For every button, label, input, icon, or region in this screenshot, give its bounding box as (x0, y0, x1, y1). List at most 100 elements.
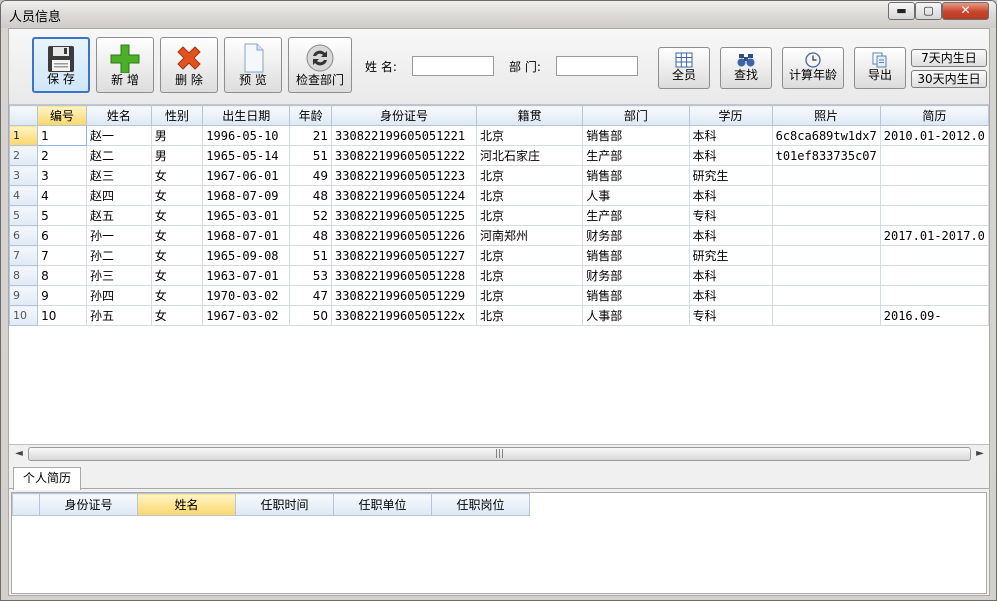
cell-resume[interactable] (879, 165, 989, 186)
cell-age[interactable]: 49 (289, 165, 333, 186)
cell-id[interactable]: 5 (37, 205, 87, 226)
cell-age[interactable]: 50 (289, 305, 333, 326)
find-button[interactable]: 查找 (720, 47, 772, 89)
resume-header-id-number[interactable]: 身份证号 (39, 493, 138, 516)
cell-id[interactable]: 2 (37, 145, 87, 166)
cell-department[interactable]: 销售部 (582, 245, 690, 266)
cell-photo[interactable]: 6c8ca689tw1dx7 (771, 125, 881, 146)
preview-button[interactable]: 预 览 (224, 37, 282, 93)
table-row[interactable]: 5 5 赵五女 1965-03-01 52 330822199605051225 北京 生产部… (9, 205, 989, 226)
cell-gender[interactable]: 女 (150, 185, 204, 206)
column-header-hometown[interactable]: 籍贯 (476, 105, 584, 126)
row-header[interactable]: 7 (9, 245, 39, 266)
cell-name[interactable]: 孙三 (85, 265, 152, 286)
cell-age[interactable]: 51 (289, 245, 333, 266)
cell-education[interactable]: 本科 (688, 145, 773, 166)
all-button[interactable]: 全员 (658, 47, 710, 89)
birthday-7-days-button[interactable]: 7天内生日 (911, 49, 987, 67)
column-header-education[interactable]: 学历 (688, 105, 773, 126)
cell-education[interactable]: 本科 (688, 185, 773, 206)
cell-name[interactable]: 孙五 (85, 305, 152, 326)
maximize-button[interactable]: ▢ (915, 2, 942, 20)
cell-department[interactable]: 财务部 (582, 225, 690, 246)
delete-button[interactable]: 删 除 (160, 37, 218, 93)
table-row[interactable]: 1 1 赵一男 1996-05-10 21 330822199605051221 北京 销售部… (9, 125, 989, 146)
cell-resume[interactable]: 2016.09- (879, 305, 989, 326)
table-row[interactable]: 8 8 孙三女 1963-07-01 53 330822199605051228 北京 财务部… (9, 265, 989, 286)
row-header[interactable]: 5 (9, 205, 39, 226)
cell-gender[interactable]: 男 (150, 145, 204, 166)
cell-hometown[interactable]: 北京 (476, 305, 584, 326)
cell-resume[interactable] (879, 245, 989, 266)
cell-photo[interactable] (771, 245, 881, 266)
cell-photo[interactable] (771, 165, 881, 186)
column-header-id-number[interactable]: 身份证号 (331, 105, 478, 126)
cell-id[interactable]: 7 (37, 245, 87, 266)
cell-photo[interactable] (771, 285, 881, 306)
cell-resume[interactable]: 2017.01-2017.0 (879, 225, 989, 246)
row-header[interactable]: 3 (9, 165, 39, 186)
cell-age[interactable]: 52 (289, 205, 333, 226)
cell-resume[interactable] (879, 145, 989, 166)
cell-education[interactable]: 本科 (688, 265, 773, 286)
cell-gender[interactable]: 女 (150, 245, 204, 266)
column-header-name[interactable]: 姓名 (85, 105, 152, 126)
row-header[interactable]: 1 (9, 125, 39, 146)
cell-birthdate[interactable]: 1963-07-01 (202, 265, 291, 286)
cell-id-number[interactable]: 330822199605051224 (331, 185, 478, 206)
add-button[interactable]: 新 增 (96, 37, 154, 93)
cell-gender[interactable]: 女 (150, 205, 204, 226)
cell-birthdate[interactable]: 1968-07-01 (202, 225, 291, 246)
cell-hometown[interactable]: 北京 (476, 165, 584, 186)
person-grid[interactable]: 编号 姓名 性别 出生日期 年龄 身份证号 籍贯 部门 学历 照片 简历 11赵… (9, 105, 989, 445)
cell-department[interactable]: 生产部 (582, 145, 690, 166)
dept-input[interactable] (556, 56, 638, 76)
cell-name[interactable]: 孙四 (85, 285, 152, 306)
cell-education[interactable]: 本科 (688, 225, 773, 246)
cell-photo[interactable] (771, 265, 881, 286)
resume-grid[interactable]: 身份证号 姓名 任职时间 任职单位 任职岗位 (11, 492, 987, 594)
select-all-corner[interactable] (9, 105, 39, 126)
cell-department[interactable]: 销售部 (582, 285, 690, 306)
cell-gender[interactable]: 女 (150, 265, 204, 286)
cell-hometown[interactable]: 河南郑州 (476, 225, 584, 246)
cell-hometown[interactable]: 北京 (476, 185, 584, 206)
column-header-birthdate[interactable]: 出生日期 (202, 105, 291, 126)
tab-personal-resume[interactable]: 个人简历 (13, 467, 81, 490)
cell-id-number[interactable]: 330822199605051228 (331, 265, 478, 286)
cell-resume[interactable] (879, 205, 989, 226)
check-dept-button[interactable]: 检查部门 (288, 37, 352, 93)
resume-header-position[interactable]: 任职岗位 (431, 493, 530, 516)
cell-age[interactable]: 51 (289, 145, 333, 166)
column-header-id[interactable]: 编号 (37, 105, 87, 126)
cell-name[interactable]: 赵五 (85, 205, 152, 226)
cell-birthdate[interactable]: 1996-05-10 (202, 125, 291, 146)
cell-department[interactable]: 销售部 (582, 165, 690, 186)
horizontal-scrollbar[interactable]: ◄ ||| ► (9, 445, 989, 463)
cell-education[interactable]: 本科 (688, 285, 773, 306)
cell-department[interactable]: 生产部 (582, 205, 690, 226)
cell-education[interactable]: 研究生 (688, 245, 773, 266)
table-row[interactable]: 7 7 孙二女 1965-09-08 51 330822199605051227 北京 销售部… (9, 245, 989, 266)
cell-id[interactable]: 6 (37, 225, 87, 246)
cell-photo[interactable] (771, 225, 881, 246)
cell-id[interactable]: 3 (37, 165, 87, 186)
table-row[interactable]: 3 3 赵三女 1967-06-01 49 330822199605051223 北京 销售部… (9, 165, 989, 186)
cell-hometown[interactable]: 北京 (476, 245, 584, 266)
cell-id-number[interactable]: 330822199605051227 (331, 245, 478, 266)
cell-id[interactable]: 4 (37, 185, 87, 206)
table-row[interactable]: 4 4 赵四女 1968-07-09 48 330822199605051224 北京 人事本… (9, 185, 989, 206)
cell-age[interactable]: 47 (289, 285, 333, 306)
save-button[interactable]: 保 存 (32, 37, 90, 93)
cell-id-number[interactable]: 330822199605051222 (331, 145, 478, 166)
cell-department[interactable]: 销售部 (582, 125, 690, 146)
cell-hometown[interactable]: 北京 (476, 125, 584, 146)
cell-id-number[interactable]: 330822199605051225 (331, 205, 478, 226)
cell-birthdate[interactable]: 1968-07-09 (202, 185, 291, 206)
cell-photo[interactable] (771, 305, 881, 326)
cell-name[interactable]: 赵二 (85, 145, 152, 166)
cell-education[interactable]: 研究生 (688, 165, 773, 186)
cell-resume[interactable]: 2010.01-2012.0 (879, 125, 989, 146)
table-row[interactable]: 10 10 孙五女 1967-03-02 50 33082219960505122x 北京人… (9, 305, 989, 326)
table-row[interactable]: 6 6 孙一女 1968-07-01 48 330822199605051226 河南郑州财… (9, 225, 989, 246)
